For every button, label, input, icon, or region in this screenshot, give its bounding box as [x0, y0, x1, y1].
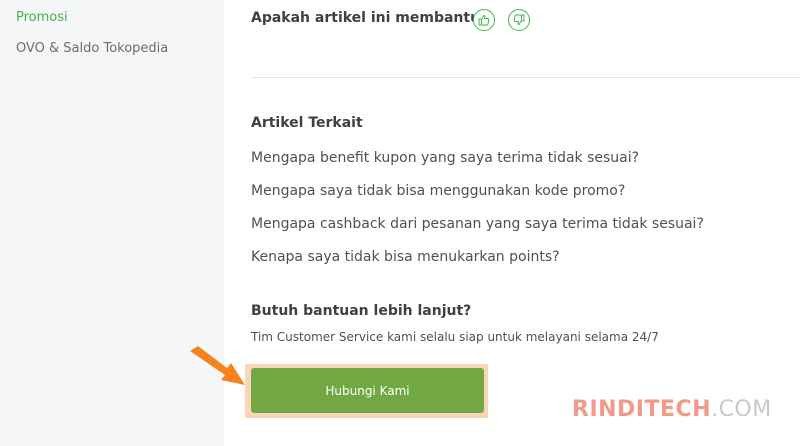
- help-title: Butuh bantuan lebih lanjut?: [251, 303, 472, 319]
- watermark-brand: RINDITECH: [572, 397, 712, 422]
- related-article-link[interactable]: Mengapa cashback dari pesanan yang saya …: [251, 214, 704, 247]
- contact-us-button[interactable]: Hubungi Kami: [251, 368, 484, 413]
- thumbs-down-button[interactable]: [508, 9, 530, 31]
- section-divider: [251, 77, 800, 78]
- sidebar-item-ovo-saldo[interactable]: OVO & Saldo Tokopedia: [16, 41, 168, 57]
- sidebar-item-promosi[interactable]: Promosi: [16, 10, 68, 26]
- arrow-pointer-icon: [190, 346, 245, 385]
- watermark-domain: .COM: [711, 397, 772, 422]
- related-articles-list: Mengapa benefit kupon yang saya terima t…: [251, 148, 704, 280]
- related-article-link[interactable]: Mengapa benefit kupon yang saya terima t…: [251, 148, 704, 181]
- help-subtitle: Tim Customer Service kami selalu siap un…: [251, 330, 659, 344]
- thumbs-up-icon: [478, 14, 490, 26]
- related-article-link[interactable]: Mengapa saya tidak bisa menggunakan kode…: [251, 181, 704, 214]
- watermark: RINDITECH.COM: [572, 397, 772, 422]
- related-articles-title: Artikel Terkait: [251, 115, 363, 131]
- thumbs-down-icon: [513, 14, 525, 26]
- thumbs-up-button[interactable]: [473, 9, 495, 31]
- related-article-link[interactable]: Kenapa saya tidak bisa menukarkan points…: [251, 247, 704, 280]
- feedback-question: Apakah artikel ini membantu?: [251, 10, 489, 26]
